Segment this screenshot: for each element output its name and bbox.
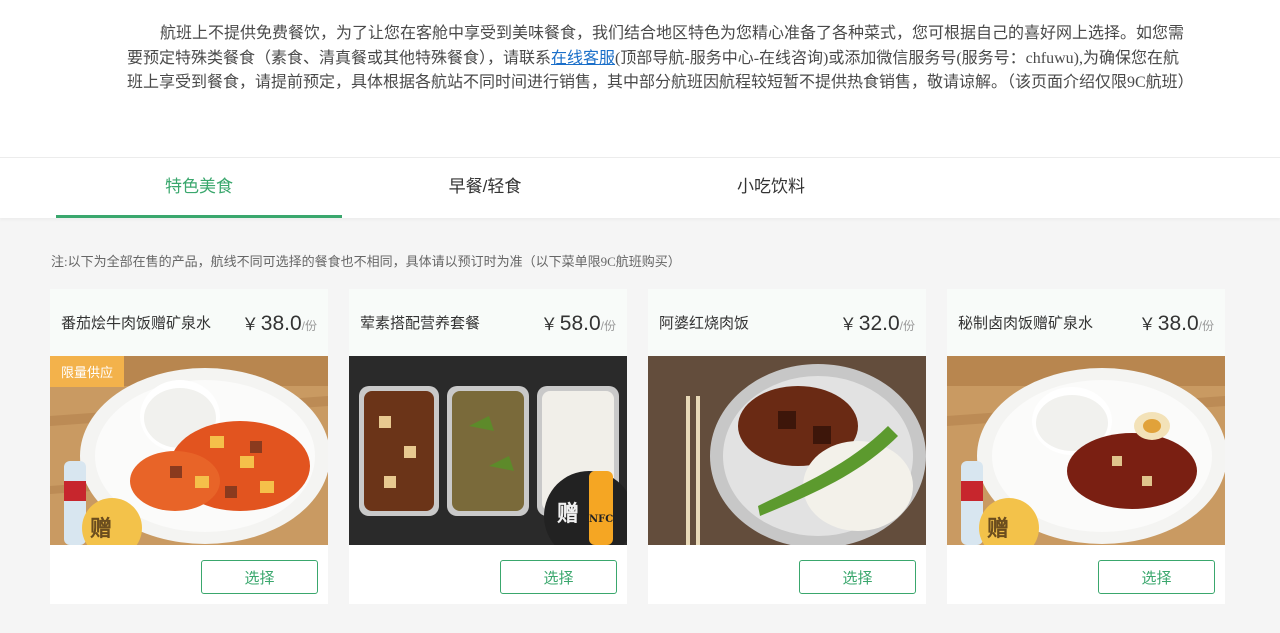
card-footer: 选择 [648, 545, 926, 604]
select-button[interactable]: 选择 [201, 560, 318, 594]
card-footer: 选择 [349, 545, 627, 604]
product-card: 阿婆红烧肉饭 ￥32.0/份 选择 [648, 289, 926, 604]
currency-symbol: ￥ [1138, 314, 1156, 334]
price-unit: /份 [301, 318, 317, 333]
price-value: 58.0 [559, 311, 601, 335]
intro-text: 航班上不提供免费餐饮，为了让您在客舱中享受到美味餐食，我们结合地区特色为您精心准… [127, 22, 1194, 96]
price-unit: /份 [899, 318, 915, 333]
product-card: 秘制卤肉饭赠矿泉水 ￥38.0/份 赠 选择 [947, 289, 1225, 604]
card-header: 阿婆红烧肉饭 ￥32.0/份 [648, 289, 926, 356]
price-unit: /份 [1198, 318, 1214, 333]
dish-name: 番茄烩牛肉饭赠矿泉水 [61, 315, 212, 332]
dish-price: ￥58.0/份 [541, 310, 616, 336]
currency-symbol: ￥ [839, 314, 857, 334]
limited-supply-badge: 限量供应 [50, 356, 125, 387]
tab-snacks-drinks[interactable]: 小吃饮料 [628, 158, 914, 218]
braised-meat-rice-image: 赠 [947, 356, 1225, 545]
price-value: 38.0 [260, 311, 302, 335]
braised-pork-rice-image [648, 356, 926, 545]
tab-featured[interactable]: 特色美食 [56, 158, 342, 218]
product-card: 荤素搭配营养套餐 ￥58.0/份 赠 NFC 选择 [349, 289, 627, 604]
price-value: 38.0 [1157, 311, 1199, 335]
product-card: 番茄烩牛肉饭赠矿泉水 ￥38.0/份 限量供应 赠 选择 [50, 289, 328, 604]
dish-name: 秘制卤肉饭赠矿泉水 [958, 315, 1094, 332]
nfc-juice-label: NFC [589, 514, 614, 525]
price-value: 32.0 [858, 311, 900, 335]
currency-symbol: ￥ [540, 314, 558, 334]
intro-section: 航班上不提供免费餐饮，为了让您在客舱中享受到美味餐食，我们结合地区特色为您精心准… [0, 0, 1280, 157]
card-header: 番茄烩牛肉饭赠矿泉水 ￥38.0/份 [50, 289, 328, 356]
menu-note: 注:以下为全部在售的产品，航线不同可选择的餐食也不相同，具体请以预订时为准（以下… [51, 254, 681, 269]
select-button[interactable]: 选择 [1098, 560, 1215, 594]
price-unit: /份 [600, 318, 616, 333]
online-service-link[interactable]: 在线客服 [551, 50, 615, 67]
currency-symbol: ￥ [241, 314, 259, 334]
dish-price: ￥32.0/份 [840, 310, 915, 336]
category-tabs: 特色美食 早餐/轻食 小吃饮料 [0, 157, 1280, 218]
dish-price: ￥38.0/份 [1139, 310, 1214, 336]
select-button[interactable]: 选择 [799, 560, 916, 594]
dish-price: ￥38.0/份 [242, 310, 317, 336]
card-footer: 选择 [947, 545, 1225, 604]
dish-name: 荤素搭配营养套餐 [360, 315, 481, 332]
combo-meal-image: 赠 NFC [349, 356, 627, 545]
gift-label: 赠 [90, 516, 113, 542]
card-header: 荤素搭配营养套餐 ￥58.0/份 [349, 289, 627, 356]
gift-label: 赠 [557, 501, 580, 527]
tomato-beef-rice-image: 限量供应 赠 [50, 356, 328, 545]
dish-name: 阿婆红烧肉饭 [659, 315, 750, 332]
gift-label: 赠 [987, 516, 1010, 542]
card-header: 秘制卤肉饭赠矿泉水 ￥38.0/份 [947, 289, 1225, 356]
card-footer: 选择 [50, 545, 328, 604]
select-button[interactable]: 选择 [500, 560, 617, 594]
tab-breakfast-light[interactable]: 早餐/轻食 [342, 158, 628, 218]
